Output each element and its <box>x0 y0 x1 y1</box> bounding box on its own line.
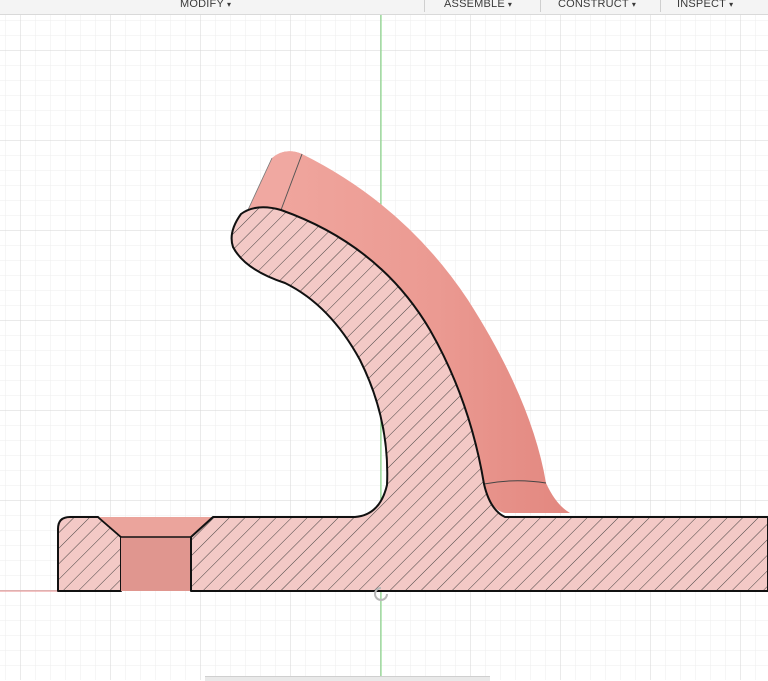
modify-menu[interactable]: MODIFY ▾ <box>180 0 231 11</box>
assemble-menu-label: ASSEMBLE <box>444 0 505 10</box>
inspect-menu[interactable]: INSPECT ▾ <box>677 0 733 11</box>
assemble-menu[interactable]: ASSEMBLE ▾ <box>444 0 512 11</box>
construct-menu[interactable]: CONSTRUCT ▾ <box>558 0 636 11</box>
chevron-down-icon: ▾ <box>226 0 232 9</box>
inspect-menu-label: INSPECT <box>677 0 727 10</box>
construct-menu-label: CONSTRUCT <box>558 0 629 10</box>
chevron-down-icon: ▾ <box>507 0 513 9</box>
canvas-viewport[interactable] <box>0 15 768 680</box>
chevron-down-icon: ▾ <box>729 0 734 9</box>
toolbar-divider <box>660 0 661 12</box>
toolbar-divider <box>540 0 541 12</box>
modify-menu-label: MODIFY <box>180 0 224 10</box>
navigation-toolbar[interactable] <box>205 676 490 681</box>
toolbar-divider <box>424 0 425 12</box>
hole-bore <box>121 537 191 591</box>
design-toolbar: MODIFY ▾ ASSEMBLE ▾ CONSTRUCT ▾ INSPECT … <box>0 0 768 15</box>
chevron-down-icon: ▾ <box>631 0 637 9</box>
